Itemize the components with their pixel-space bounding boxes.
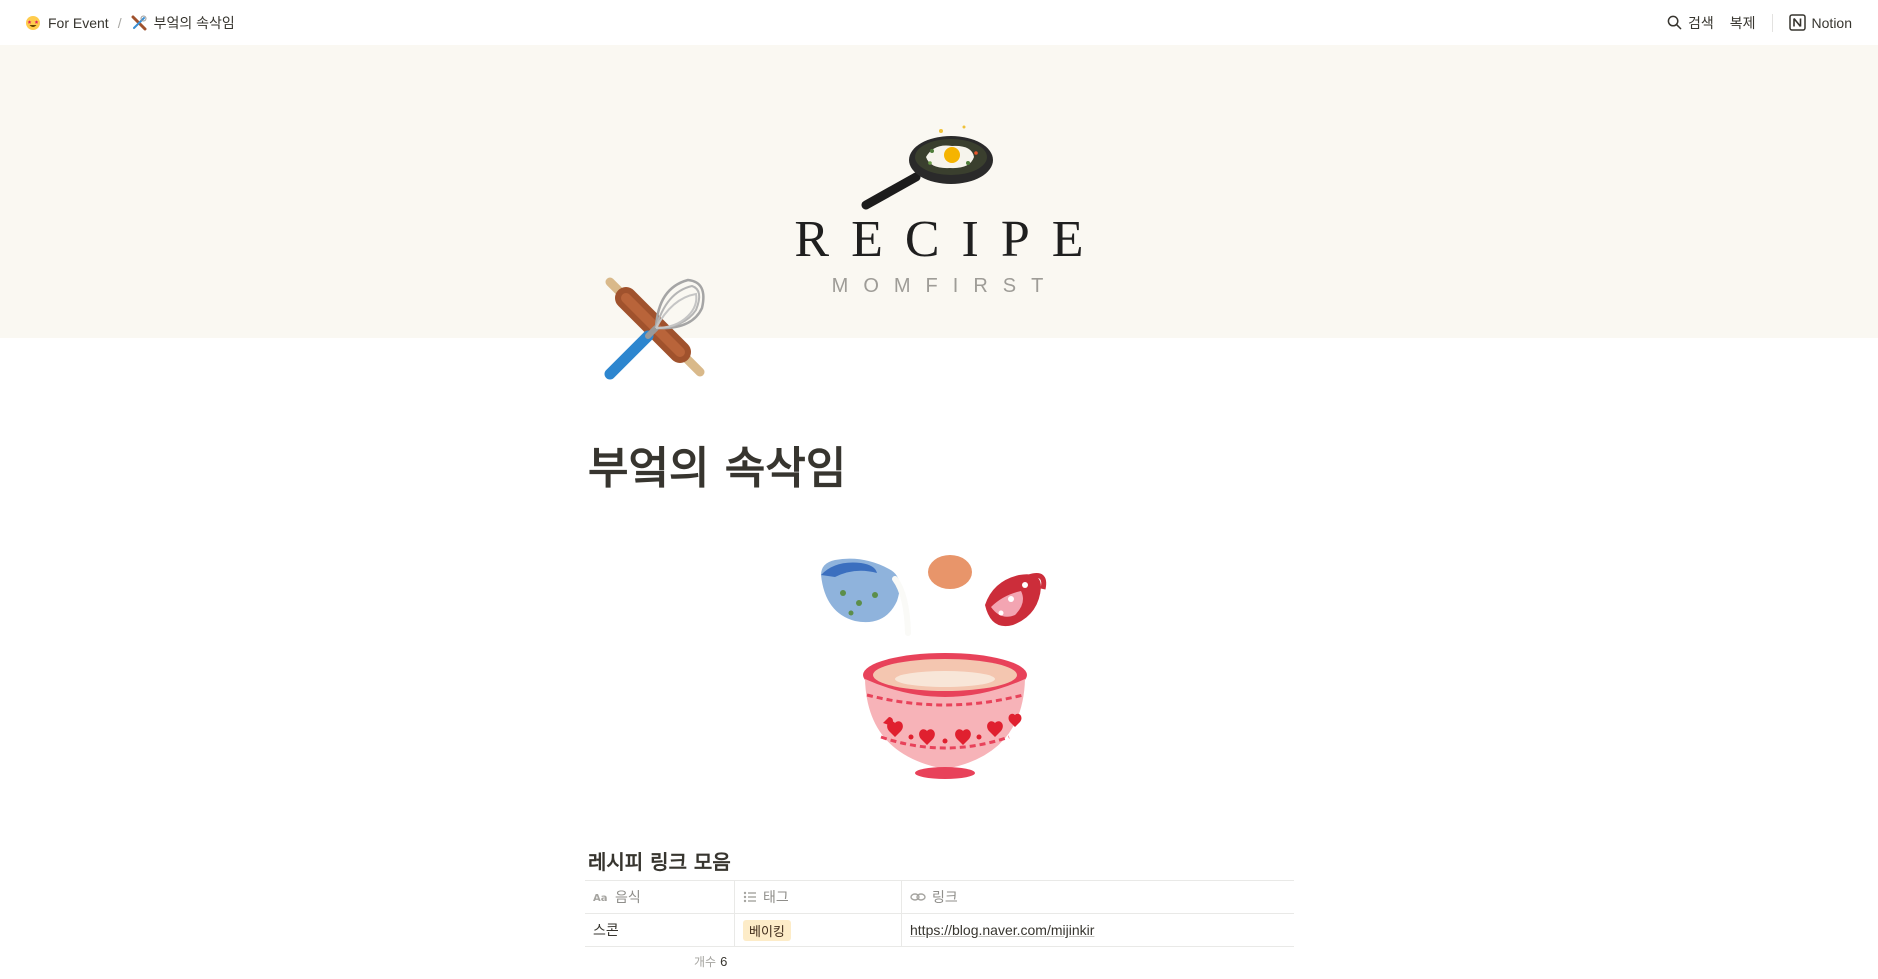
cell-food[interactable]: 스콘 xyxy=(585,914,735,946)
database-title[interactable]: 레시피 링크 모음 xyxy=(588,846,731,875)
recipe-links-table: Aa 음식 태그 링크 스콘 베이킹 https://blog.naver.co… xyxy=(585,880,1294,947)
count-label: 개수 xyxy=(694,955,717,969)
breadcrumb-label: 부엌의 속삭임 xyxy=(153,14,235,31)
breadcrumb-label: For Event xyxy=(48,14,109,31)
top-actions: 검색 복제 Notion xyxy=(1659,10,1860,36)
count-value: 6 xyxy=(720,954,728,969)
list-icon xyxy=(743,891,756,903)
column-header-link[interactable]: 링크 xyxy=(902,881,1294,913)
column-header-tag[interactable]: 태그 xyxy=(735,881,902,913)
column-label: 음식 xyxy=(615,889,641,905)
notion-button[interactable]: Notion xyxy=(1781,11,1860,34)
link-icon xyxy=(910,893,926,901)
duplicate-label: 복제 xyxy=(1729,14,1756,31)
mixing-bowl-illustration xyxy=(821,555,1047,779)
row-count: 개수 6 xyxy=(694,953,727,970)
table-row[interactable]: 스콘 베이킹 https://blog.naver.com/mijinkir xyxy=(585,914,1294,947)
recipe-link[interactable]: https://blog.naver.com/mijinkir xyxy=(910,922,1094,938)
notion-logo-icon xyxy=(1788,14,1806,31)
text-aa-icon: Aa xyxy=(593,893,608,903)
notion-label: Notion xyxy=(1811,14,1852,31)
table-header-row: Aa 음식 태그 링크 xyxy=(585,881,1294,914)
svg-text:Aa: Aa xyxy=(593,893,608,903)
search-label: 검색 xyxy=(1688,14,1714,31)
rolling-pin-whisk-icon[interactable] xyxy=(596,268,716,388)
food-name: 스콘 xyxy=(593,922,619,938)
cover-subtitle: MOMFIRST xyxy=(831,275,1059,297)
breadcrumb-separator: / xyxy=(117,14,122,31)
tag-badge: 베이킹 xyxy=(743,919,791,941)
breadcrumb-item-for-event[interactable]: For Event xyxy=(20,13,114,33)
page-cover: RECIPE MOMFIRST xyxy=(0,45,1878,338)
duplicate-button[interactable]: 복제 xyxy=(1722,10,1764,36)
search-icon xyxy=(1667,15,1682,30)
breadcrumb-item-kitchen[interactable]: 부엌의 속삭임 xyxy=(126,11,240,35)
column-label: 링크 xyxy=(932,889,958,905)
star-struck-emoji-icon xyxy=(26,15,40,30)
column-header-food[interactable]: Aa 음식 xyxy=(585,881,735,913)
frying-pan-egg-icon xyxy=(861,125,993,210)
breadcrumb: For Event / 부엌의 속삭임 xyxy=(20,11,240,35)
search-button[interactable]: 검색 xyxy=(1659,10,1722,36)
cover-title: RECIPE xyxy=(794,211,1106,268)
page-title[interactable]: 부엌의 속삭임 xyxy=(588,432,846,496)
top-bar: For Event / 부엌의 속삭임 검색 복제 Notion xyxy=(0,0,1878,45)
divider xyxy=(1771,13,1773,32)
cell-link[interactable]: https://blog.naver.com/mijinkir xyxy=(902,914,1294,946)
rolling-pin-whisk-icon xyxy=(131,15,147,30)
column-label: 태그 xyxy=(763,889,789,905)
cell-tag[interactable]: 베이킹 xyxy=(735,914,902,946)
